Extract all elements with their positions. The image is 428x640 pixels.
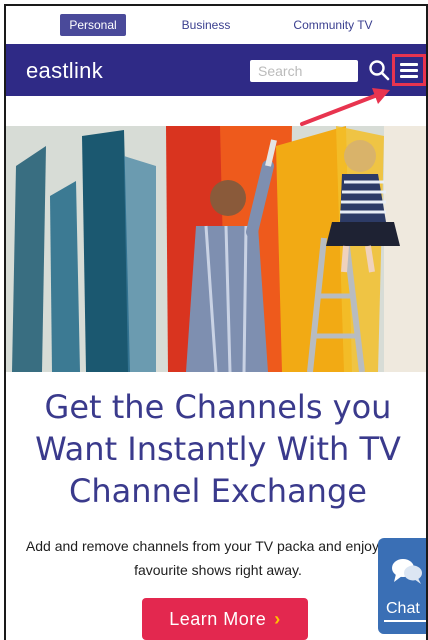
tab-personal[interactable]: Personal bbox=[60, 14, 126, 36]
segment-tabs: Personal Business Community TV bbox=[6, 6, 426, 44]
chat-widget-button[interactable]: Chat bbox=[378, 538, 426, 634]
hamburger-menu-icon[interactable] bbox=[392, 54, 426, 86]
arrow-annotation bbox=[300, 88, 390, 126]
eastlink-logo[interactable]: eastlink bbox=[26, 58, 103, 84]
learn-more-button[interactable]: Learn More › bbox=[142, 598, 308, 640]
tab-business[interactable]: Business bbox=[178, 14, 234, 36]
chevron-right-icon: › bbox=[274, 609, 281, 629]
search-icon[interactable] bbox=[368, 59, 390, 81]
painting-scene-image bbox=[6, 126, 426, 372]
chat-bubbles-icon bbox=[392, 559, 422, 584]
learn-more-label: Learn More bbox=[169, 609, 267, 629]
hero-image bbox=[6, 126, 426, 372]
page-headline: Get the Channels you Want Instantly With… bbox=[35, 388, 401, 510]
tab-community-tv[interactable]: Community TV bbox=[290, 14, 376, 36]
search-input[interactable] bbox=[250, 60, 358, 82]
chat-underline bbox=[384, 620, 426, 622]
page-description: Add and remove channels from your TV pac… bbox=[25, 538, 411, 578]
page-frame: Personal Business Community TV eastlink bbox=[4, 4, 428, 640]
chat-label: Chat bbox=[386, 600, 420, 617]
